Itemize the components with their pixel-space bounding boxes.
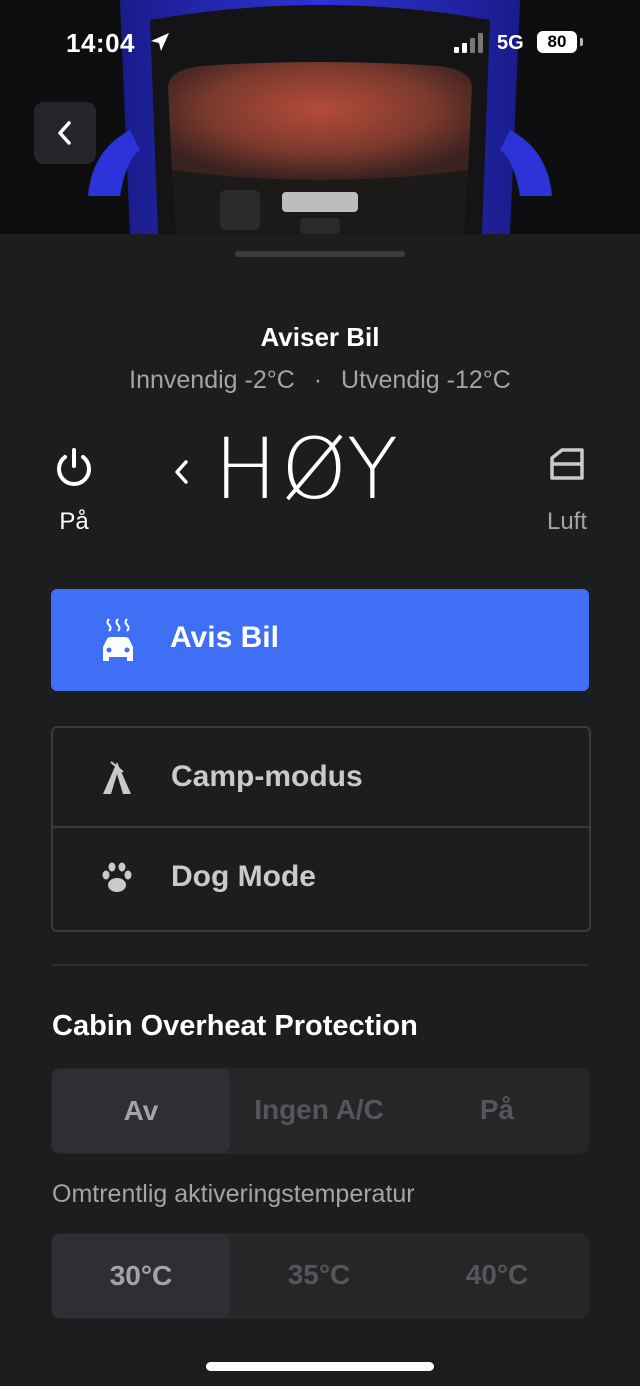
temp-option-30[interactable]: 30°C bbox=[52, 1234, 230, 1318]
cellular-signal-icon bbox=[454, 33, 488, 53]
dog-mode-row[interactable]: Dog Mode bbox=[53, 828, 589, 928]
inside-temp: Innvendig -2°C bbox=[129, 366, 295, 394]
defrost-level: HØY bbox=[214, 420, 402, 518]
home-indicator[interactable] bbox=[206, 1362, 434, 1371]
cabin-overheat-title: Cabin Overheat Protection bbox=[52, 1010, 418, 1042]
sheet-grabber[interactable] bbox=[235, 251, 405, 257]
battery-tip bbox=[580, 38, 583, 46]
paw-icon bbox=[102, 862, 132, 892]
back-button[interactable] bbox=[34, 102, 96, 164]
dog-mode-label: Dog Mode bbox=[171, 860, 316, 893]
camp-mode-row[interactable]: Camp-modus bbox=[53, 728, 589, 828]
window-vent-icon bbox=[550, 448, 584, 480]
location-arrow-icon bbox=[151, 33, 169, 51]
air-button[interactable] bbox=[546, 444, 588, 491]
section-divider bbox=[51, 964, 589, 966]
temp-separator: · bbox=[313, 366, 323, 394]
overheat-option-off[interactable]: Av bbox=[52, 1069, 230, 1153]
chevron-left-icon bbox=[58, 121, 71, 145]
temperature-readout: Innvendig -2°C · Utvendig -12°C bbox=[0, 366, 640, 395]
status-time: 14:04 bbox=[66, 28, 135, 58]
defrost-car-label: Avis Bil bbox=[170, 621, 279, 654]
overheat-mode-selector: Av Ingen A/C På bbox=[51, 1068, 589, 1154]
activation-temp-selector: 30°C 35°C 40°C bbox=[51, 1233, 589, 1319]
air-label: Luft bbox=[546, 508, 588, 535]
camp-mode-label: Camp-modus bbox=[171, 760, 363, 793]
modes-list: Camp-modus Dog Mode bbox=[51, 726, 591, 932]
climate-sheet: Aviser Bil Innvendig -2°C · Utvendig -12… bbox=[0, 234, 640, 1386]
power-label: På bbox=[59, 508, 89, 535]
power-icon bbox=[57, 448, 91, 486]
network-type: 5G bbox=[497, 32, 524, 54]
overheat-option-no-ac[interactable]: Ingen A/C bbox=[230, 1068, 408, 1152]
temp-option-35[interactable]: 35°C bbox=[230, 1233, 408, 1317]
chevron-left-icon[interactable] bbox=[172, 458, 192, 486]
defrost-car-button[interactable]: Avis Bil bbox=[51, 589, 589, 691]
status-bar: 14:04 5G 80 bbox=[0, 0, 640, 86]
power-button[interactable] bbox=[50, 444, 98, 497]
activation-temp-label: Omtrentlig aktiveringstemperatur bbox=[52, 1180, 415, 1208]
battery-indicator: 80 bbox=[537, 31, 577, 53]
page-title: Aviser Bil bbox=[260, 322, 380, 352]
overheat-option-on[interactable]: På bbox=[408, 1068, 586, 1152]
outside-temp: Utvendig -12°C bbox=[341, 366, 511, 394]
temp-option-40[interactable]: 40°C bbox=[408, 1233, 586, 1317]
defrost-car-icon bbox=[103, 618, 133, 661]
tent-icon bbox=[103, 761, 131, 794]
